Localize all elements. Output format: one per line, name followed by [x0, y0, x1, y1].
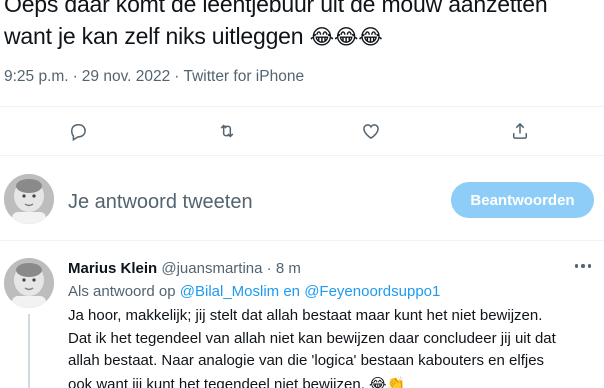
reply-text-line-3: allah bestaat. Naar analogie van die 'lo… [68, 352, 545, 369]
tweet-actions-bar [0, 108, 604, 154]
tweet-detail-page: Oeps daar komt de leentjebuur uit de mou… [0, 0, 604, 388]
retweet-icon [220, 124, 234, 138]
tweet-date[interactable]: 29 nov. 2022 [82, 68, 170, 85]
reply-text: Ja hoor, makkelijk; jij stelt dat allah … [68, 305, 598, 388]
more-options-icon[interactable] [570, 256, 596, 276]
separator-dot: · [266, 260, 272, 277]
thread-line [28, 314, 30, 388]
reply-button[interactable] [63, 116, 93, 146]
mention-link[interactable]: @Bilal_Moslim [180, 283, 279, 300]
tweet-text-line-1: Oeps daar komt de leentjebuur uit de mou… [4, 0, 548, 17]
like-button[interactable] [356, 116, 386, 146]
reply-author-name[interactable]: Marius Klein [68, 260, 157, 277]
retweet-button[interactable] [212, 116, 242, 146]
laughing-emoji: 😂😂😂 [309, 25, 383, 49]
tweet-text-line-2: want je kan zelf niks uitleggen 😂😂😂 [4, 20, 600, 53]
reply-icon [70, 124, 86, 141]
share-button[interactable] [505, 116, 535, 146]
avatar[interactable] [4, 258, 54, 308]
tweet-text: Oeps daar komt de leentjebuur uit de mou… [4, 0, 600, 53]
tweet-source: Twitter for iPhone [183, 68, 305, 85]
baby-photo-avatar [4, 258, 54, 308]
tweet-time[interactable]: 9:25 p.m. [4, 68, 69, 85]
replying-to-prefix: Als antwoord op [68, 283, 176, 300]
divider [0, 240, 604, 241]
reply-input[interactable] [68, 186, 428, 218]
baby-photo-avatar [4, 174, 54, 224]
avatar[interactable] [4, 174, 54, 224]
separator-dot: · [174, 68, 180, 85]
reply-text-line-1: Ja hoor, makkelijk; jij stelt dat allah … [68, 307, 543, 324]
reply-author-handle[interactable]: @juansmartina [161, 260, 262, 277]
reply-text-line-2: Dat ik het tegendeel van allah niet kan … [68, 329, 556, 347]
tweet-text-line-2-text: want je kan zelf niks uitleggen [4, 23, 304, 49]
reply-header: Marius Klein @juansmartina · 8 m [68, 260, 301, 277]
reply-submit-button[interactable]: Beantwoorden [451, 182, 594, 218]
separator-dot: · [72, 68, 78, 85]
reply-composer: Beantwoorden [0, 156, 604, 240]
reply-tweet[interactable]: Marius Klein @juansmartina · 8 m Als ant… [0, 242, 604, 388]
replying-to: Als antwoord op @Bilal_Moslim en @Feyeno… [68, 283, 440, 300]
replying-to-conjunction[interactable]: en [283, 283, 300, 300]
reply-text-line-4-text: ook want jij kunt het tegendeel niet bew… [68, 375, 365, 388]
reply-time[interactable]: 8 m [276, 260, 301, 277]
reply-text-line-4: ook want jij kunt het tegendeel niet bew… [68, 373, 598, 388]
tweet-metadata: 9:25 p.m. · 29 nov. 2022 · Twitter for iPhon… [4, 68, 304, 86]
divider [0, 106, 604, 107]
mention-link[interactable]: @Feyenoordsuppo1 [304, 283, 440, 300]
share-icon [513, 122, 527, 139]
like-icon [363, 124, 379, 139]
laughing-clapping-emoji: 😂👏 [369, 374, 406, 388]
